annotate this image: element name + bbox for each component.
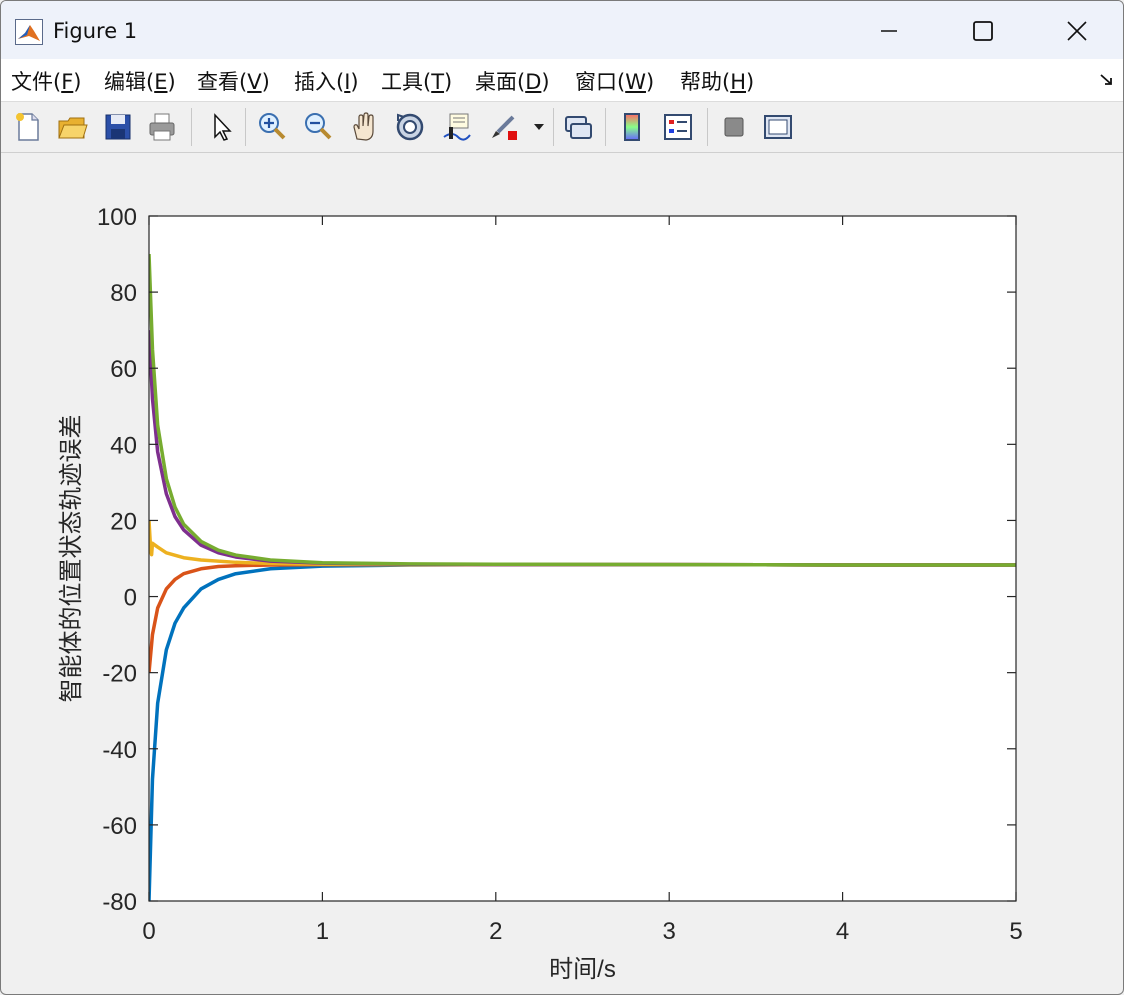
x-tick-label: 4 (836, 918, 849, 945)
axes-background[interactable] (149, 216, 1016, 901)
colorbar-button[interactable] (613, 108, 651, 146)
window-title: Figure 1 (53, 19, 138, 43)
x-tick-label: 2 (489, 918, 502, 945)
y-tick-label: -20 (102, 661, 137, 688)
print-button[interactable] (143, 108, 181, 146)
zoom-in-icon (259, 113, 286, 140)
toolbar-separator (707, 108, 708, 146)
open-file-icon (58, 117, 88, 139)
edit-plot-button[interactable] (201, 108, 239, 146)
y-tick-label: -40 (102, 737, 137, 764)
zoom-in-button[interactable] (253, 108, 291, 146)
y-tick-label: 60 (110, 356, 137, 383)
print-icon (149, 113, 175, 141)
toolbar-separator (245, 108, 246, 146)
matlab-logo-icon (15, 19, 43, 45)
zoom-out-button[interactable] (299, 108, 337, 146)
minimize-button[interactable] (857, 9, 921, 53)
legend-icon (664, 114, 692, 140)
pan-button[interactable] (345, 108, 383, 146)
zoom-out-icon (305, 113, 332, 140)
y-tick-label: 20 (110, 508, 137, 535)
pan-hand-icon (353, 112, 374, 141)
menu-insert[interactable]: 插入(I) (294, 66, 359, 96)
x-tick-label: 0 (142, 918, 155, 945)
y-tick-label: -80 (102, 889, 137, 916)
x-tick-label: 3 (663, 918, 676, 945)
brush-button[interactable] (485, 108, 523, 146)
menu-desktop[interactable]: 桌面(D) (475, 66, 550, 96)
menu-file[interactable]: 文件(F) (11, 66, 82, 96)
brush-icon (492, 115, 517, 140)
edit-plot-arrow-icon (214, 113, 232, 141)
figure-window: Figure 1 文件(F) 编辑(E) 查看(V) 插入(I) 工具(T) 桌… (0, 0, 1124, 995)
y-tick-label: -60 (102, 813, 137, 840)
figure-toolbar (1, 102, 1123, 153)
close-button[interactable] (1045, 9, 1109, 53)
new-figure-icon (16, 113, 39, 141)
menu-window[interactable]: 窗口(W) (575, 66, 654, 96)
toolbar-separator (553, 108, 554, 146)
plot-svg[interactable]: 0 1 2 3 4 5 -80 -60 -40 -20 0 20 40 60 80 100 时间/s 智能体的位置… (1, 153, 1123, 994)
menu-tools[interactable]: 工具(T) (381, 66, 452, 96)
rotate-3d-icon (396, 113, 424, 141)
link-plot-icon (565, 116, 592, 139)
show-plot-tools-icon (764, 115, 792, 139)
link-plot-button[interactable] (559, 108, 597, 146)
brush-dropdown-button[interactable] (529, 108, 549, 146)
x-tick-label: 5 (1009, 918, 1022, 945)
x-axis-label: 时间/s (549, 956, 616, 983)
x-tick-label: 1 (316, 918, 329, 945)
rotate-3d-button[interactable] (391, 108, 429, 146)
title-bar[interactable]: Figure 1 (1, 1, 1123, 59)
y-tick-label: 40 (110, 432, 137, 459)
y-tick-label: 100 (97, 204, 137, 231)
y-axis-label: 智能体的位置状态轨迹误差 (58, 415, 85, 703)
toolbar-separator (191, 108, 192, 146)
hide-plot-tools-button[interactable] (715, 108, 753, 146)
show-plot-tools-button[interactable] (759, 108, 797, 146)
legend-button[interactable] (659, 108, 697, 146)
minimize-icon (881, 30, 897, 32)
y-tick-label: 0 (124, 585, 137, 612)
menu-help[interactable]: 帮助(H) (680, 66, 754, 96)
save-icon (105, 114, 131, 140)
menu-bar: 文件(F) 编辑(E) 查看(V) 插入(I) 工具(T) 桌面(D) 窗口(W… (1, 59, 1123, 102)
menu-view[interactable]: 查看(V) (197, 66, 270, 96)
new-figure-button[interactable] (9, 108, 47, 146)
brush-dropdown-icon (534, 124, 544, 130)
figure-canvas: 0 1 2 3 4 5 -80 -60 -40 -20 0 20 40 60 80 100 时间/s 智能体的位置… (1, 153, 1123, 994)
toolbar-separator (605, 108, 606, 146)
save-button[interactable] (99, 108, 137, 146)
menu-edit[interactable]: 编辑(E) (104, 66, 176, 96)
dock-arrow-icon[interactable] (1099, 73, 1115, 87)
open-file-button[interactable] (53, 108, 91, 146)
close-icon (1067, 21, 1087, 41)
hide-plot-tools-icon (724, 117, 744, 137)
maximize-button[interactable] (951, 9, 1015, 53)
data-cursor-button[interactable] (437, 108, 475, 146)
maximize-icon (973, 21, 993, 41)
y-tick-label: 80 (110, 280, 137, 307)
data-cursor-icon (443, 113, 471, 141)
colorbar-icon (624, 113, 640, 141)
